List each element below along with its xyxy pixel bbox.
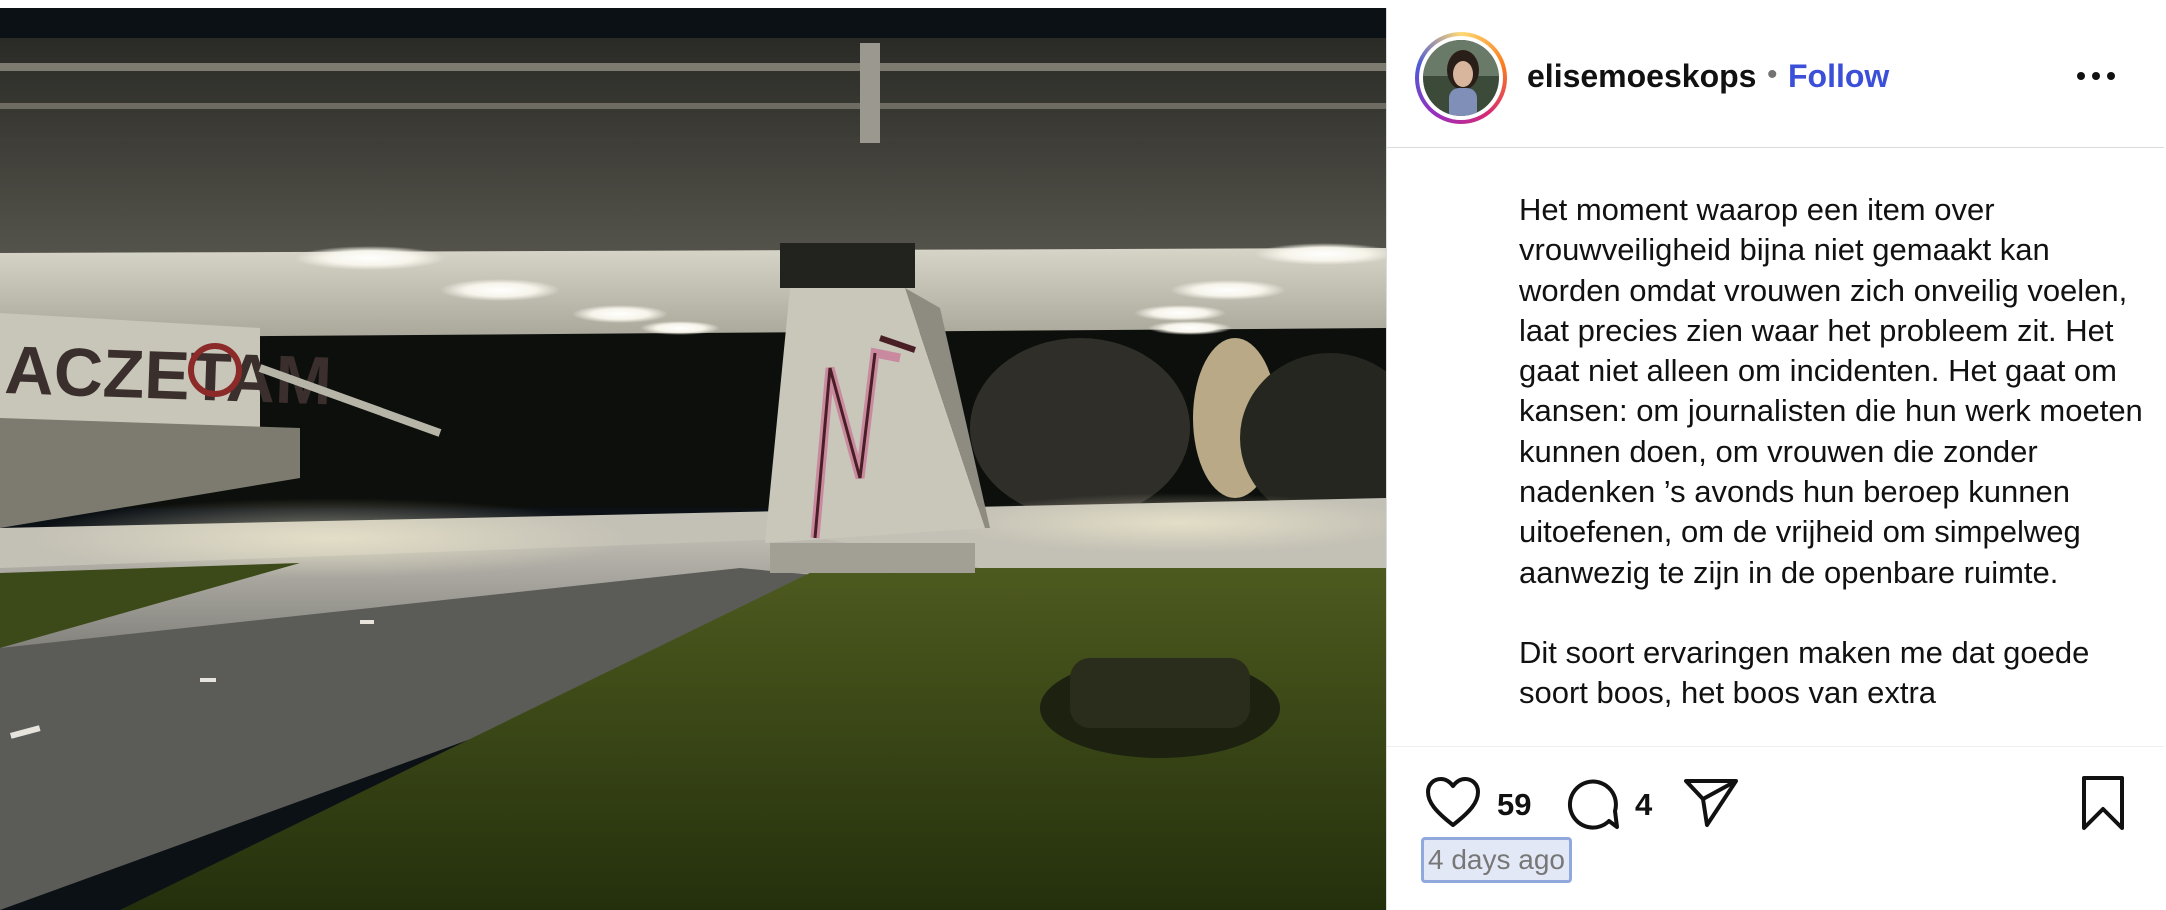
ellipsis-dot xyxy=(2092,72,2100,80)
caption-paragraph: Het moment waarop een item over vrouwvei… xyxy=(1519,192,2143,590)
comments-count[interactable]: 4 xyxy=(1635,787,1652,823)
avatar-photo-icon xyxy=(1423,40,1499,116)
post-sidebar: elisemoeskops • Follow Het moment waarop… xyxy=(1386,8,2164,910)
post-timestamp[interactable]: 4 days ago xyxy=(1421,837,1572,883)
post-actions: 59 4 4 days ago xyxy=(1387,746,2164,910)
post-header: elisemoeskops • Follow xyxy=(1387,8,2164,148)
comment-icon[interactable] xyxy=(1565,775,1621,831)
caption-paragraph: Dit soort ervaringen maken me dat goede … xyxy=(1519,634,2090,711)
likes-count[interactable]: 59 xyxy=(1497,787,1531,823)
follow-button[interactable]: Follow xyxy=(1788,58,1889,95)
username-link[interactable]: elisemoeskops xyxy=(1527,58,1756,95)
post-photo[interactable]: ACZETAM xyxy=(0,8,1386,910)
ellipsis-icon xyxy=(2077,72,2085,80)
post-caption: Het moment waarop een item over vrouwvei… xyxy=(1519,148,2149,746)
more-options-button[interactable] xyxy=(2077,66,2125,86)
avatar[interactable] xyxy=(1415,32,1507,124)
share-icon[interactable] xyxy=(1683,777,1739,829)
separator-dot: • xyxy=(1767,58,1778,91)
underpass-night-photo: ACZETAM xyxy=(0,8,1386,910)
ellipsis-dot xyxy=(2107,72,2115,80)
bookmark-icon[interactable] xyxy=(2079,775,2127,831)
heart-icon[interactable] xyxy=(1425,777,1481,829)
